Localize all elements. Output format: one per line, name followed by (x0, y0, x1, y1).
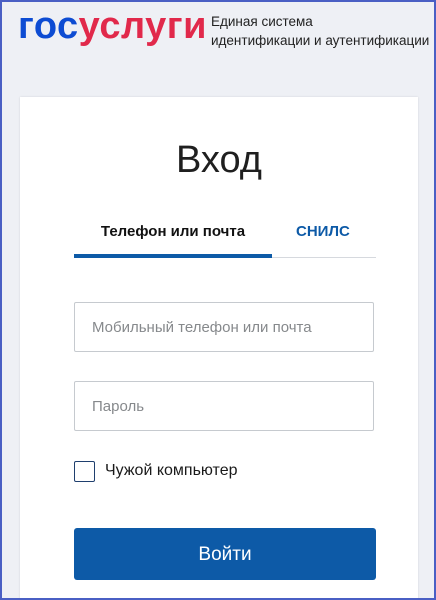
gosuslugi-logo[interactable]: госуслуги (18, 6, 207, 46)
system-tagline: Единая система идентификации и аутентифи… (211, 14, 430, 48)
phone-or-email-input[interactable] (75, 303, 373, 351)
logo-text-uslugi: услуги (78, 5, 207, 47)
login-method-tabs: Телефон или почта СНИЛС (74, 219, 376, 258)
tab-phone-or-email[interactable]: Телефон или почта (74, 219, 272, 258)
login-field-wrapper (74, 302, 374, 352)
login-button[interactable]: Войти (74, 528, 376, 580)
tab-snils[interactable]: СНИЛС (296, 219, 350, 255)
password-field-wrapper (74, 381, 374, 431)
header: госуслуги Единая система идентификации и… (2, 2, 434, 94)
page-frame: госуслуги Единая система идентификации и… (2, 2, 434, 598)
page-title: Вход (176, 139, 262, 181)
logo-text-gos: гос (18, 5, 79, 47)
foreign-computer-checkbox[interactable] (74, 461, 95, 482)
foreign-computer-label[interactable]: Чужой компьютер (105, 462, 238, 480)
login-card: Вход Телефон или почта СНИЛС Чужой компь… (20, 97, 418, 598)
password-input[interactable] (75, 382, 373, 430)
